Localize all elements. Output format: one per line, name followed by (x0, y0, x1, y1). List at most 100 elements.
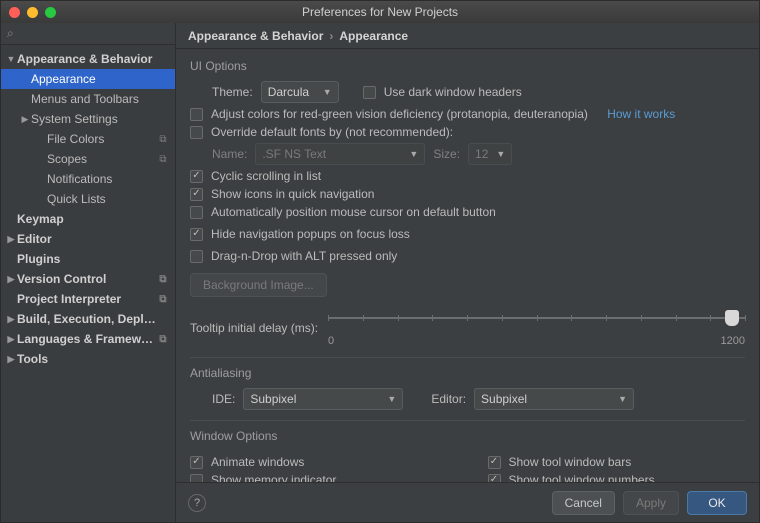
font-size-label: Size: (433, 147, 460, 161)
font-size-select[interactable]: 12 ▼ (468, 143, 512, 165)
settings-tree[interactable]: ▼Appearance & BehaviorAppearanceMenus an… (1, 45, 175, 522)
font-name-label: Name: (212, 147, 247, 161)
theme-label: Theme: (212, 85, 253, 99)
sidebar-item-version-control[interactable]: ▶Version Control⧉ (1, 269, 175, 289)
option-label: Show memory indicator (211, 473, 336, 482)
sidebar-item-label: File Colors (47, 132, 157, 146)
close-icon[interactable] (9, 7, 20, 18)
cancel-button[interactable]: Cancel (552, 491, 615, 515)
tooltip-delay-slider[interactable] (328, 309, 745, 337)
sidebar-item-label: Languages & Frameworks (17, 332, 157, 346)
breadcrumb-leaf: Appearance (339, 29, 408, 43)
checkbox[interactable] (488, 456, 501, 469)
theme-select[interactable]: Darcula ▼ (261, 81, 339, 103)
disclosure-icon: ▶ (5, 314, 17, 325)
aa-editor-select[interactable]: Subpixel▼ (474, 388, 634, 410)
titlebar: Preferences for New Projects (1, 1, 759, 23)
slider-thumb[interactable] (725, 310, 739, 326)
auto-cursor-checkbox[interactable] (190, 206, 203, 219)
sidebar-item-appearance-behavior[interactable]: ▼Appearance & Behavior (1, 49, 175, 69)
disclosure-icon: ▶ (19, 114, 31, 125)
sidebar-item-label: Tools (17, 352, 157, 366)
sidebar-item-project-interpreter[interactable]: Project Interpreter⧉ (1, 289, 175, 309)
hide-popups-label: Hide navigation popups on focus loss (211, 227, 410, 241)
window-title: Preferences for New Projects (1, 5, 759, 19)
sidebar-item-label: Appearance & Behavior (17, 52, 157, 66)
sidebar-item-plugins[interactable]: Plugins (1, 249, 175, 269)
chevron-right-icon: › (329, 29, 333, 43)
aa-ide-select[interactable]: Subpixel▼ (243, 388, 403, 410)
sidebar-item-label: Quick Lists (47, 192, 157, 206)
sidebar-item-label: Plugins (17, 252, 157, 266)
cyclic-scrolling-checkbox[interactable] (190, 170, 203, 183)
sidebar-item-build-execution-deployment[interactable]: ▶Build, Execution, Deployment (1, 309, 175, 329)
sidebar-item-label: Project Interpreter (17, 292, 157, 306)
sidebar-item-label: Keymap (17, 212, 157, 226)
sidebar-item-file-colors[interactable]: File Colors⧉ (1, 129, 175, 149)
sidebar-item-menus-and-toolbars[interactable]: Menus and Toolbars (1, 89, 175, 109)
dark-headers-checkbox[interactable] (363, 86, 376, 99)
section-window-options: Window Options (190, 429, 745, 443)
cyclic-scrolling-label: Cyclic scrolling in list (211, 169, 321, 183)
disclosure-icon: ▼ (5, 54, 17, 64)
sidebar-item-notifications[interactable]: Notifications (1, 169, 175, 189)
sidebar-item-label: Version Control (17, 272, 157, 286)
font-name-select[interactable]: .SF NS Text ▼ (255, 143, 425, 165)
chevron-down-icon: ▼ (618, 394, 627, 404)
search-input[interactable] (18, 27, 173, 41)
sidebar-item-languages-frameworks[interactable]: ▶Languages & Frameworks⧉ (1, 329, 175, 349)
checkbox[interactable] (190, 474, 203, 483)
checkbox[interactable] (488, 474, 501, 483)
preferences-window: Preferences for New Projects ⌕ ▼Appearan… (0, 0, 760, 523)
window-controls (9, 7, 56, 18)
section-ui-options: UI Options (190, 59, 745, 73)
show-icons-label: Show icons in quick navigation (211, 187, 374, 201)
sidebar-item-keymap[interactable]: Keymap (1, 209, 175, 229)
sidebar-item-label: System Settings (31, 112, 157, 126)
adjust-colors-label: Adjust colors for red-green vision defic… (211, 107, 588, 121)
sidebar-item-label: Scopes (47, 152, 157, 166)
content: UI Options Theme: Darcula ▼ Use dark win… (176, 49, 759, 482)
sidebar-item-label: Notifications (47, 172, 157, 186)
sidebar-item-scopes[interactable]: Scopes⧉ (1, 149, 175, 169)
search-field[interactable]: ⌕ (1, 23, 175, 45)
hide-popups-checkbox[interactable] (190, 228, 203, 241)
ok-button[interactable]: OK (687, 491, 747, 515)
sidebar-item-appearance[interactable]: Appearance (1, 69, 175, 89)
sidebar-item-quick-lists[interactable]: Quick Lists (1, 189, 175, 209)
sidebar: ⌕ ▼Appearance & BehaviorAppearanceMenus … (1, 23, 176, 522)
scope-icon: ⧉ (157, 334, 169, 345)
aa-ide-label: IDE: (212, 392, 235, 406)
scope-icon: ⧉ (157, 134, 169, 145)
auto-cursor-label: Automatically position mouse cursor on d… (211, 205, 496, 219)
override-fonts-checkbox[interactable] (190, 126, 203, 139)
dnd-alt-label: Drag-n-Drop with ALT pressed only (211, 249, 397, 263)
sidebar-item-label: Build, Execution, Deployment (17, 312, 157, 326)
scope-icon: ⧉ (157, 154, 169, 165)
breadcrumb-root: Appearance & Behavior (188, 29, 323, 43)
option-label: Animate windows (211, 455, 304, 469)
minimize-icon[interactable] (27, 7, 38, 18)
adjust-colors-checkbox[interactable] (190, 108, 203, 121)
zoom-icon[interactable] (45, 7, 56, 18)
disclosure-icon: ▶ (5, 334, 17, 345)
dnd-alt-checkbox[interactable] (190, 250, 203, 263)
disclosure-icon: ▶ (5, 354, 17, 365)
background-image-button[interactable]: Background Image... (190, 273, 327, 297)
show-icons-checkbox[interactable] (190, 188, 203, 201)
help-button[interactable]: ? (188, 494, 206, 512)
scope-icon: ⧉ (157, 274, 169, 285)
sidebar-item-label: Menus and Toolbars (31, 92, 157, 106)
apply-button[interactable]: Apply (623, 491, 679, 515)
dialog-footer: ? Cancel Apply OK (176, 482, 759, 522)
sidebar-item-tools[interactable]: ▶Tools (1, 349, 175, 369)
section-antialiasing: Antialiasing (190, 366, 745, 380)
checkbox[interactable] (190, 456, 203, 469)
chevron-down-icon: ▼ (387, 394, 396, 404)
sidebar-item-editor[interactable]: ▶Editor (1, 229, 175, 249)
sidebar-item-system-settings[interactable]: ▶System Settings (1, 109, 175, 129)
override-fonts-label: Override default fonts by (not recommend… (211, 125, 453, 139)
how-it-works-link[interactable]: How it works (607, 107, 675, 121)
sidebar-item-label: Editor (17, 232, 157, 246)
scope-icon: ⧉ (157, 294, 169, 305)
